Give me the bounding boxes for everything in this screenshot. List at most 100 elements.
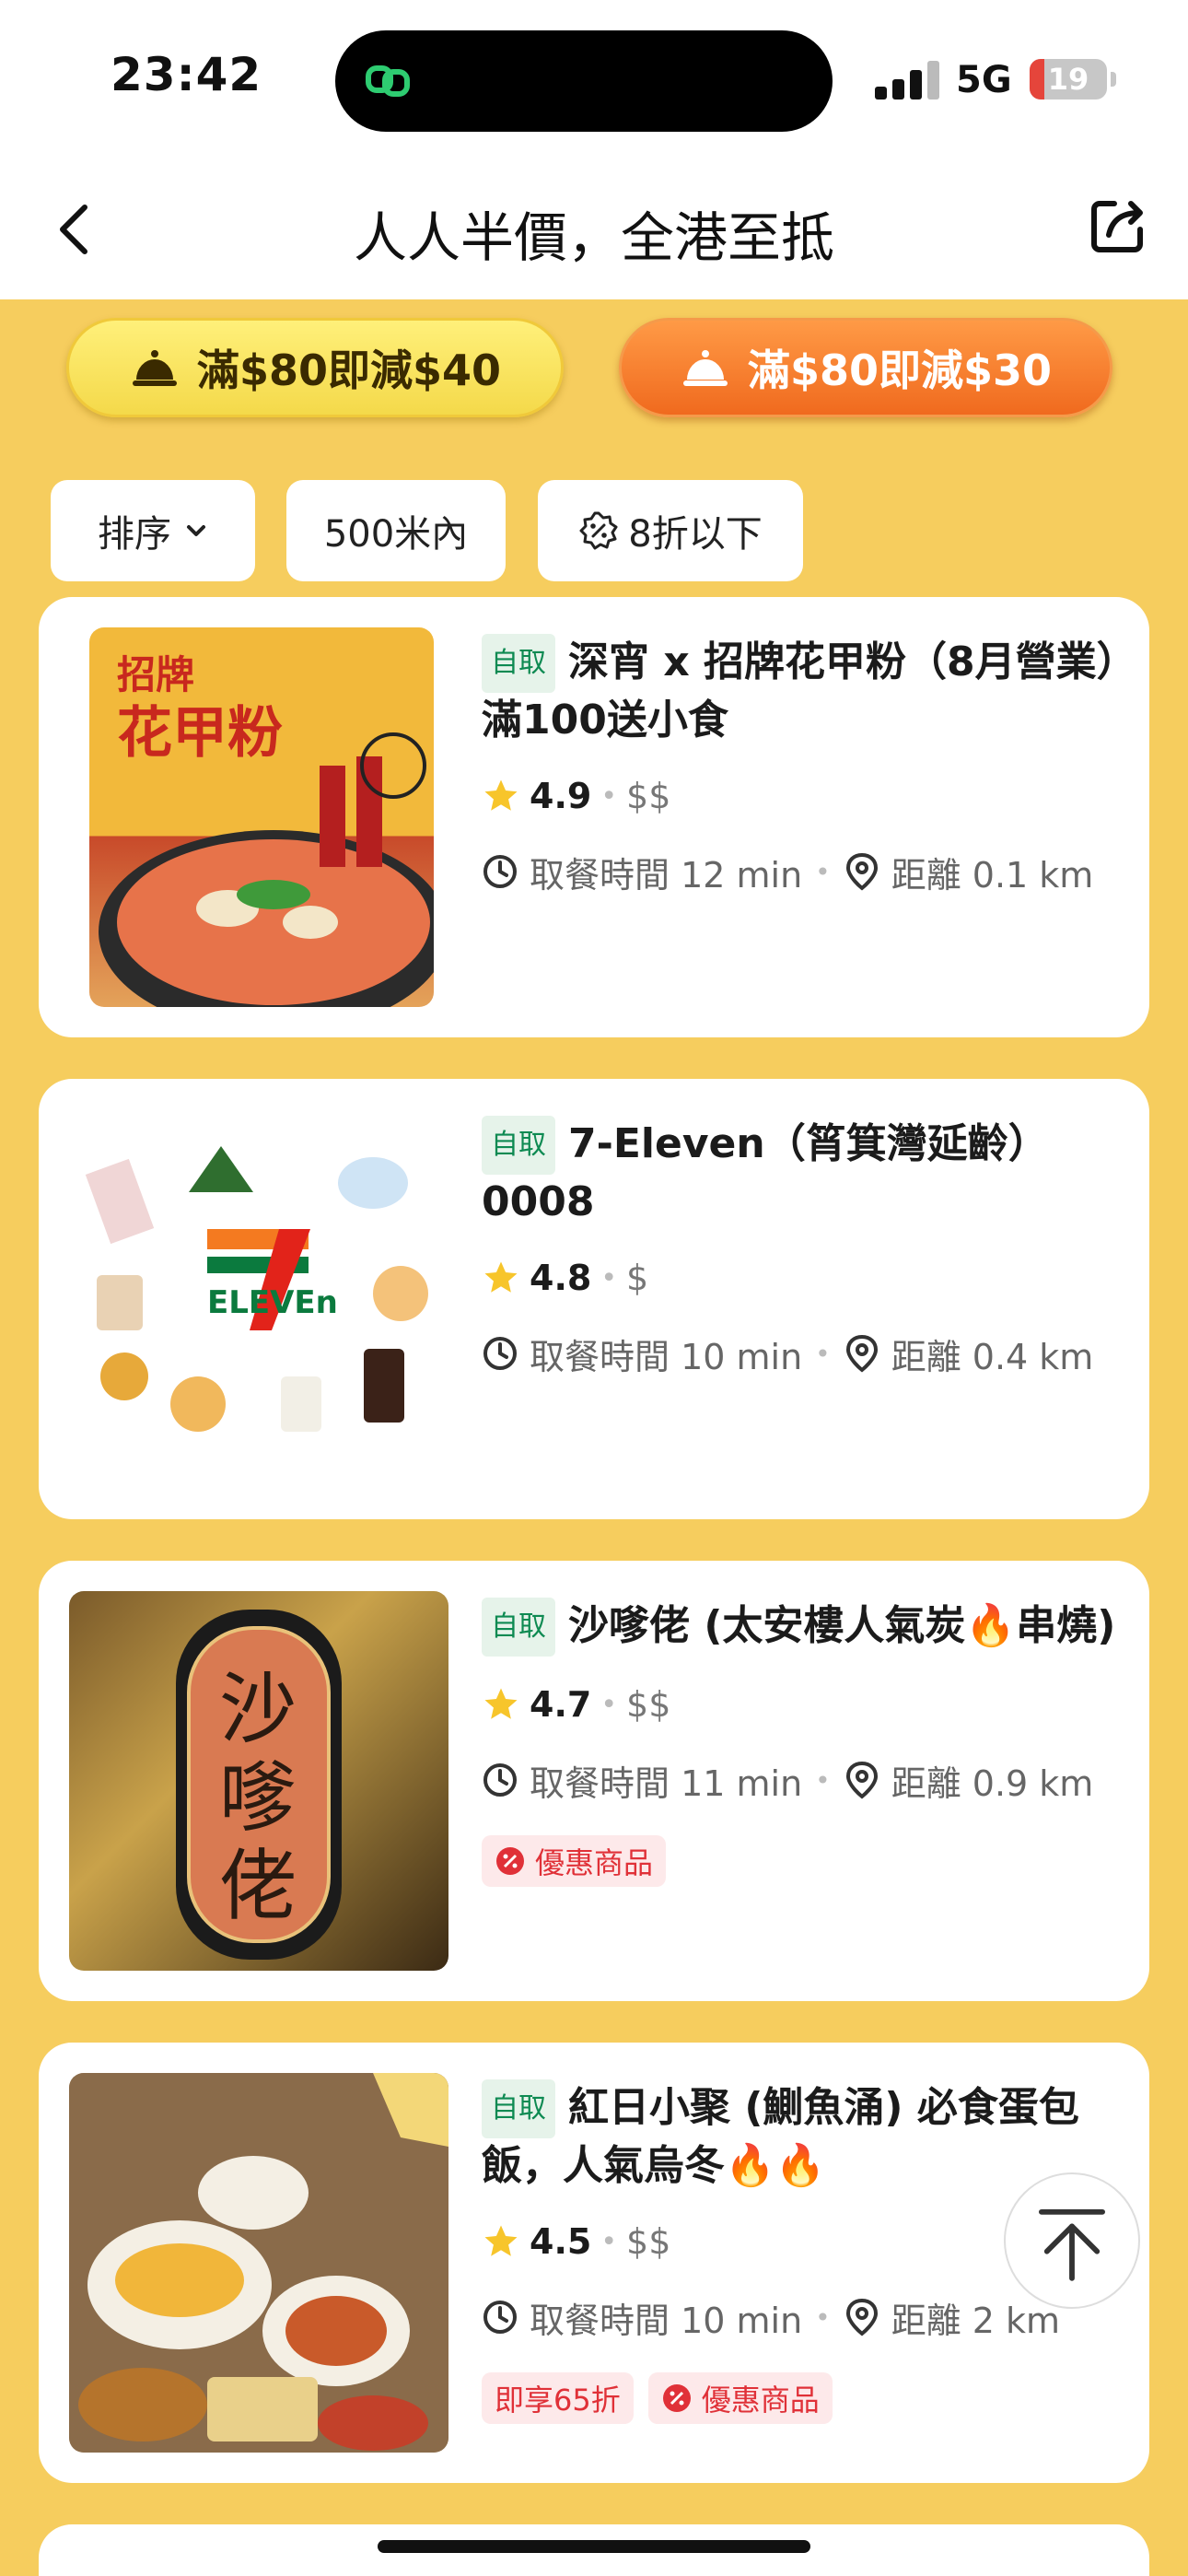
- store-info: 自取 7-Eleven（筲箕灣延齡）0008 4.8 • $ 取餐時間 10 mi…: [482, 1116, 1118, 1381]
- share-icon[interactable]: [1087, 193, 1151, 257]
- food-spread-image: [69, 2073, 448, 2453]
- thumb-text: 花甲粉: [117, 701, 283, 766]
- signal-icon: [875, 59, 939, 100]
- store-thumbnail: 沙 嗲 佬: [69, 1591, 448, 1971]
- rating-value: 4.5: [530, 2221, 592, 2262]
- store-title: 自取 深宵 x 招牌花甲粉（8月營業）滿100送小食: [482, 634, 1118, 748]
- thumb-text: ELEVEn: [207, 1284, 338, 1321]
- store-title: 自取 紅日小聚 (鰂魚涌) 必食蛋包飯，人氣烏冬🔥🔥: [482, 2079, 1118, 2194]
- status-time: 23:42: [111, 48, 262, 101]
- store-info: 自取 深宵 x 招牌花甲粉（8月營業）滿100送小食 4.9 • $$ 取餐時間 …: [482, 634, 1118, 899]
- promo-label: 滿$80即減$30: [747, 345, 1053, 395]
- promo-badge: 優惠商品: [647, 2372, 833, 2424]
- clock-icon: [483, 2301, 517, 2334]
- lantern-text: 沙 嗲 佬: [216, 1665, 299, 1930]
- pickup-time: 取餐時間 12 min: [530, 854, 803, 896]
- meta-row: 取餐時間 12 min • 距離 0.1 km: [482, 844, 1118, 899]
- discount-badge-icon: [579, 511, 618, 550]
- rating-row: 4.8 • $: [482, 1252, 1118, 1304]
- separator-dot: •: [815, 1764, 831, 1796]
- back-icon[interactable]: [41, 193, 114, 266]
- separator-dot: •: [600, 779, 618, 813]
- store-name: 深宵 x 招牌花甲粉（8月營業）滿100送小食: [482, 638, 1117, 744]
- cloche-icon: [682, 350, 728, 386]
- scroll-to-top-button[interactable]: [1004, 2172, 1140, 2309]
- rating-value: 4.9: [530, 776, 592, 816]
- battery-icon: 19: [1030, 59, 1107, 100]
- separator-dot: •: [815, 856, 831, 887]
- clock-icon: [483, 1763, 517, 1797]
- price-level: $$: [626, 2221, 671, 2262]
- location-pin-icon: [845, 852, 878, 891]
- thumb-text: 佬: [218, 1841, 297, 1931]
- promo-chip-30[interactable]: 滿$80即減$30: [619, 318, 1112, 417]
- store-distance: 距離 0.9 km: [891, 1762, 1094, 1804]
- location-pin-icon: [845, 1334, 878, 1373]
- promo-badge: 優惠商品: [482, 1835, 667, 1887]
- store-thumbnail: [69, 2073, 448, 2453]
- cloche-icon: [132, 350, 177, 386]
- clock-icon: [483, 1337, 517, 1370]
- store-card[interactable]: 招牌 花甲粉 自取 深宵 x 招牌花甲粉（8月營業）滿100送小食 4.9 • $…: [39, 597, 1149, 1037]
- discount-filter[interactable]: 8折以下: [538, 480, 803, 581]
- star-icon: [484, 1261, 518, 1293]
- rating-row: 4.9 • $$: [482, 770, 1118, 822]
- store-distance: 距離 0.1 km: [891, 854, 1094, 896]
- page-title: 人人半價，全港至抵: [353, 206, 834, 269]
- location-pin-icon: [845, 2298, 878, 2336]
- badge-row: 優惠商品: [482, 1835, 1118, 1887]
- meta-row: 取餐時間 11 min • 距離 0.9 km: [482, 1752, 1118, 1808]
- store-distance: 距離 2 km: [891, 2300, 1061, 2341]
- discount-rate-badge: 即享65折: [482, 2372, 634, 2424]
- meta-row: 取餐時間 10 min • 距離 0.4 km: [482, 1326, 1118, 1381]
- badge-row: 即享65折 優惠商品: [482, 2372, 1118, 2424]
- pickup-time: 取餐時間 10 min: [530, 2300, 803, 2341]
- store-distance: 距離 0.4 km: [891, 1336, 1094, 1377]
- store-card[interactable]: 沙 嗲 佬 自取 沙嗲佬 (太安樓人氣炭🔥串燒) 4.7 • $$ 取餐時間 11…: [39, 1561, 1149, 2001]
- promo-chip-40[interactable]: 滿$80即減$40: [66, 318, 564, 417]
- store-card[interactable]: ELEVEn 自取 7-Eleven（筲箕灣延齡）0008 4.8 • $ 取餐時…: [39, 1079, 1149, 1519]
- battery-level: 19: [1047, 62, 1089, 97]
- badge-label: 即享65折: [495, 2383, 621, 2418]
- rating-row: 4.7 • $$: [482, 1679, 1118, 1730]
- sort-label: 排序: [98, 513, 171, 556]
- badge-label: 優惠商品: [701, 2383, 820, 2418]
- discount-filter-label: 8折以下: [628, 513, 763, 556]
- dynamic-island: [335, 30, 833, 132]
- separator-dot: •: [815, 2301, 831, 2333]
- pickup-time: 取餐時間 10 min: [530, 1336, 803, 1377]
- status-bar: 23:42 5G 19: [0, 0, 1188, 161]
- distance-filter-label: 500米內: [323, 513, 469, 556]
- store-name: 7-Eleven（筲箕灣延齡）0008: [482, 1120, 1049, 1225]
- distance-filter[interactable]: 500米內: [286, 480, 506, 581]
- rating-value: 4.7: [530, 1684, 592, 1725]
- rating-value: 4.8: [530, 1258, 592, 1298]
- store-name: 紅日小聚 (鰂魚涌) 必食蛋包飯，人氣烏冬🔥🔥: [482, 2084, 1079, 2189]
- store-info: 自取 沙嗲佬 (太安樓人氣炭🔥串燒) 4.7 • $$ 取餐時間 11 min •…: [482, 1598, 1118, 1887]
- store-name: 沙嗲佬 (太安樓人氣炭🔥串燒): [568, 1602, 1116, 1649]
- pickup-time: 取餐時間 11 min: [530, 1762, 803, 1804]
- app-activity-icon: [366, 65, 410, 97]
- chevron-down-icon: [187, 525, 205, 536]
- price-level: $$: [626, 776, 671, 816]
- store-title: 自取 7-Eleven（筲箕灣延齡）0008: [482, 1116, 1118, 1230]
- meta-row: 取餐時間 10 min • 距離 2 km: [482, 2289, 1118, 2345]
- nav-bar: 人人半價，全港至抵: [0, 161, 1188, 299]
- store-card[interactable]: 自取 紅日小聚 (鰂魚涌) 必食蛋包飯，人氣烏冬🔥🔥 4.5 • $$ 取餐時間 …: [39, 2043, 1149, 2483]
- store-thumbnail: ELEVEn: [69, 1109, 448, 1489]
- thumb-text: 沙: [218, 1664, 297, 1754]
- home-indicator: [378, 2540, 810, 2553]
- star-icon: [484, 1688, 518, 1719]
- discount-icon: [496, 1847, 524, 1875]
- star-icon: [484, 779, 518, 811]
- self-pickup-tag: 自取: [482, 1598, 555, 1657]
- promo-label: 滿$80即減$40: [196, 345, 502, 395]
- battery-tip: [1111, 72, 1116, 87]
- store-thumbnail: 招牌 花甲粉: [89, 627, 434, 1007]
- thumb-text: 嗲: [218, 1752, 297, 1843]
- self-pickup-tag: 自取: [482, 634, 555, 693]
- badge-label: 優惠商品: [535, 1845, 654, 1880]
- self-pickup-tag: 自取: [482, 1116, 555, 1175]
- sort-dropdown[interactable]: 排序: [51, 480, 255, 581]
- discount-icon: [662, 2384, 691, 2412]
